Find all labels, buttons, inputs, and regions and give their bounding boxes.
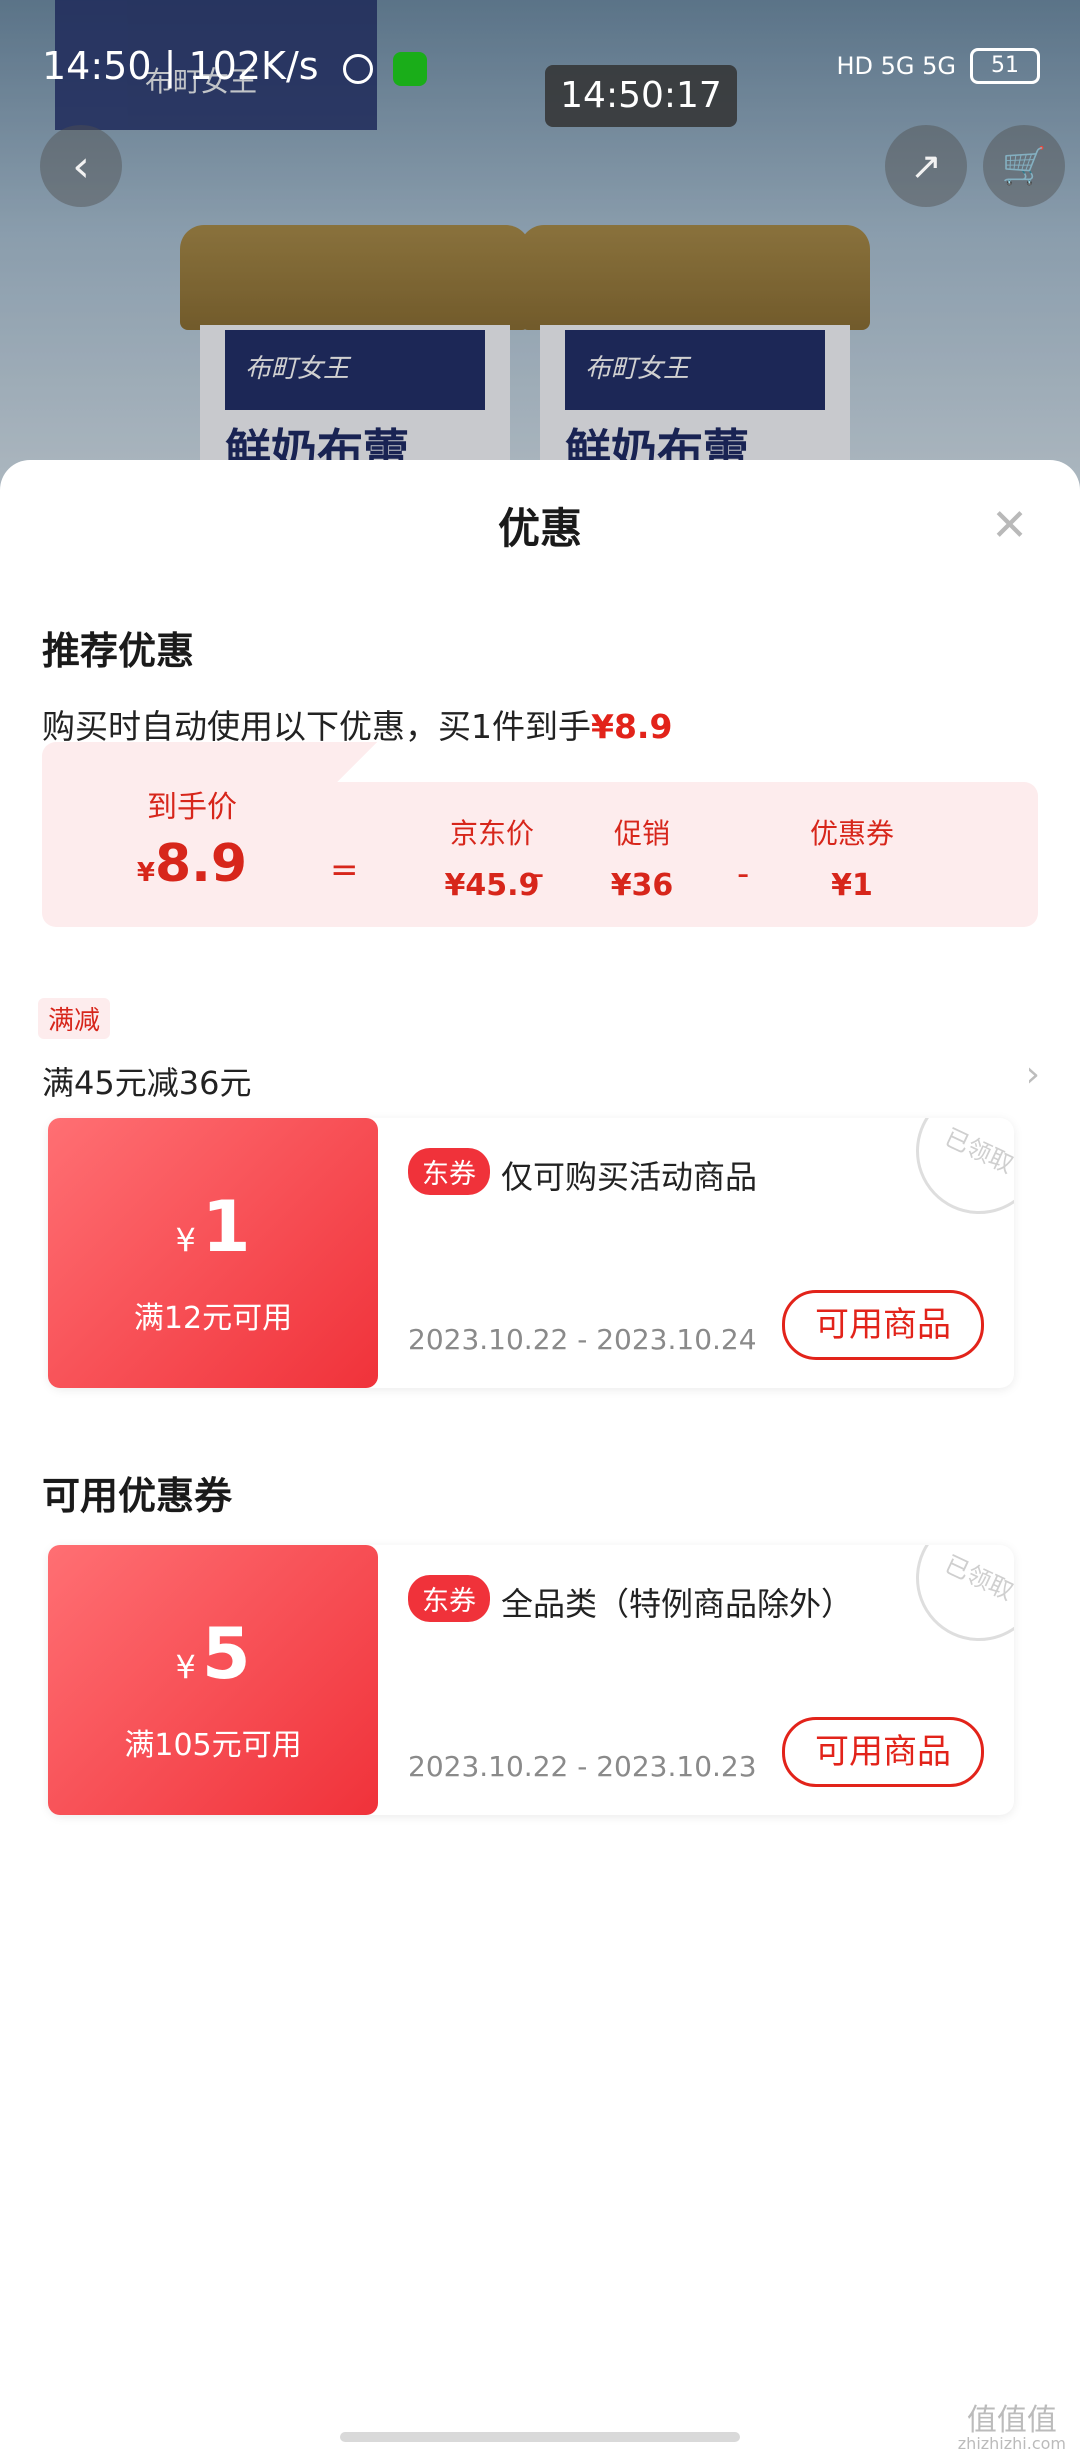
status-clock: 14:50 <box>42 44 152 88</box>
sheet-title: 优惠 <box>497 504 582 553</box>
final-price-currency: ¥ <box>136 858 155 888</box>
home-indicator[interactable] <box>340 2432 740 2442</box>
alarm-icon <box>342 53 373 84</box>
hint-text: 购买时自动使用以下优惠，买1件到手 <box>42 707 591 746</box>
coupon-discount: 优惠券 ¥1 <box>772 812 932 903</box>
coupon-validity: 2023.10.22 - 2023.10.23 <box>408 1750 757 1783</box>
promo-label: 促销 <box>613 817 670 850</box>
coupon-amount: 1 <box>201 1186 251 1268</box>
promo-discount: 促销 ¥36 <box>572 812 712 903</box>
price-breakdown: 到手价 ¥8.9 = 京东价 ¥45.9 - 促销 ¥36 - 优惠券 ¥1 <box>42 742 1038 927</box>
promotions-sheet: 优惠 ✕ 推荐优惠 购买时自动使用以下优惠，买1件到手¥8.9 到手价 ¥8.9… <box>0 460 1080 2460</box>
coupon-currency: ¥ <box>175 1648 196 1686</box>
coupon-currency: ¥ <box>175 1221 196 1259</box>
final-price-value: 8.9 <box>154 834 248 894</box>
coupon-condition: 满105元可用 <box>124 1728 302 1763</box>
claimed-stamp-icon: 已领取 <box>904 1118 1014 1218</box>
status-time: 14:50 | 102K/s <box>42 44 427 88</box>
coupon-card: ¥1 满12元可用 东券 仅可购买活动商品 2023.10.22 - 2023.… <box>48 1118 1014 1388</box>
coupon-condition: 满12元可用 <box>133 1301 293 1336</box>
coupon-label: 优惠券 <box>809 817 894 850</box>
equals-sign: = <box>330 850 359 890</box>
claimed-stamp-icon: 已领取 <box>904 1545 1014 1645</box>
network-speed: | 102K/s <box>163 44 319 88</box>
promo-rule[interactable]: 满45元减36元 <box>42 1058 251 1104</box>
coupon-validity: 2023.10.22 - 2023.10.24 <box>408 1323 757 1356</box>
available-products-button[interactable]: 可用商品 <box>782 1717 984 1787</box>
status-icons: HD 5G 5G 51 <box>836 48 1040 84</box>
coupon-value-panel: ¥1 满12元可用 <box>48 1118 378 1388</box>
coupon-badge: 东券 <box>408 1575 490 1622</box>
available-coupons-heading: 可用优惠券 <box>42 1474 233 1518</box>
battery-icon: 51 <box>970 48 1040 84</box>
coupon-description: 仅可购买活动商品 <box>501 1158 758 1196</box>
promo-type-tag: 满减 <box>38 998 111 1039</box>
watermark-sub: zhizhizhi.com <box>957 2434 1066 2453</box>
coupon-value-panel: ¥5 满105元可用 <box>48 1545 378 1815</box>
coupon-badge: 东券 <box>408 1148 490 1195</box>
cart-icon: 🛒 <box>1001 146 1047 187</box>
wechat-icon <box>392 51 427 86</box>
close-icon[interactable]: ✕ <box>991 500 1028 551</box>
watermark-main: 值值值 <box>966 2403 1057 2438</box>
coupon-value: ¥1 <box>831 868 873 903</box>
promo-value: ¥36 <box>610 868 674 903</box>
hint-price: ¥8.9 <box>591 707 673 746</box>
claimed-stamp-text: 已领取 <box>904 1118 1014 1218</box>
share-icon: ↗ <box>910 144 942 188</box>
minus-sign: - <box>532 854 545 894</box>
coupon-amount: 5 <box>201 1613 251 1695</box>
jd-price-value: ¥45.9 <box>444 868 540 903</box>
coupon-description: 全品类（特例商品除外） <box>501 1585 854 1623</box>
overlay-clock: 14:50:17 <box>545 65 737 127</box>
available-products-button[interactable]: 可用商品 <box>782 1290 984 1360</box>
site-watermark: 值值值 zhizhizhi.com <box>958 2406 1066 2452</box>
jd-price-label: 京东价 <box>449 817 534 850</box>
final-price: 到手价 ¥8.9 <box>102 782 282 894</box>
signal-icon: HD 5G 5G <box>836 52 956 80</box>
final-price-label: 到手价 <box>147 790 237 825</box>
claimed-stamp-text: 已领取 <box>904 1545 1014 1645</box>
coupon-card: ¥5 满105元可用 东券 全品类（特例商品除外） 2023.10.22 - 2… <box>48 1545 1014 1815</box>
chevron-right-icon[interactable]: › <box>1026 1054 1040 1095</box>
status-bar: 14:50 | 102K/s 14:50:17 HD 5G 5G 51 <box>0 0 1080 140</box>
chevron-left-icon: ‹ <box>72 140 90 192</box>
jd-price: 京东价 ¥45.9 <box>402 812 582 903</box>
minus-sign: - <box>737 854 750 894</box>
recommended-heading: 推荐优惠 <box>42 629 195 673</box>
auto-apply-hint: 购买时自动使用以下优惠，买1件到手¥8.9 <box>42 700 672 748</box>
